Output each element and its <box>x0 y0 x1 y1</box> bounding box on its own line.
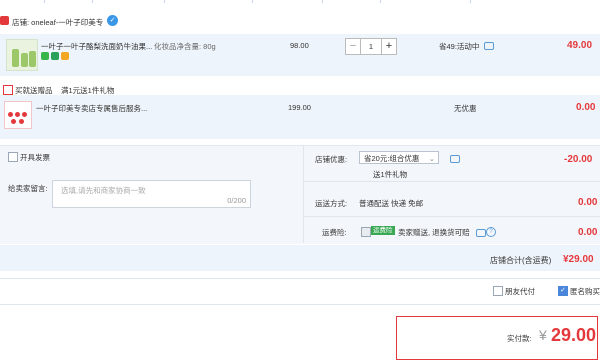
service-icon-7day <box>41 52 49 60</box>
gift-price: 199.00 <box>288 103 311 112</box>
payment-currency: ¥ <box>539 327 547 343</box>
insurance-amount: 0.00 <box>578 227 598 238</box>
message-counter: 0/200 <box>227 196 246 205</box>
shop-name-link[interactable]: 店铺: oneleaf-一叶子印美专 <box>12 17 103 28</box>
qty-decrease-button[interactable]: − <box>346 39 360 54</box>
gift-promo: 无优惠 <box>454 104 477 113</box>
invoice-label: 开具发票 <box>20 153 50 162</box>
shipping-label: 运送方式: <box>315 199 348 208</box>
anonymous-checkbox[interactable]: ✓ <box>558 286 568 296</box>
shop-icon <box>0 16 9 25</box>
quantity-stepper: − 1 + <box>345 38 397 55</box>
promo-status: 省49:活动中 <box>439 42 480 51</box>
shop-discount-select[interactable]: 省20元:组合优惠 ⌄ <box>359 151 439 164</box>
qty-increase-button[interactable]: + <box>382 39 396 54</box>
payment-summary-box: 实付款: ¥ 29.00 <box>396 316 598 360</box>
promo-info-icon[interactable] <box>484 42 494 50</box>
insurance-desc: 卖家赠送, 退换货可赔 <box>398 228 470 237</box>
gift-row <box>0 95 600 139</box>
discount-chat-icon[interactable] <box>450 155 460 163</box>
divider <box>0 278 600 279</box>
qty-input[interactable]: 1 <box>360 39 382 54</box>
product-title-link[interactable]: 一叶子一叶子酪梨洗面奶牛油果... <box>41 41 152 52</box>
shipping-amount: 0.00 <box>578 197 598 208</box>
anonymous-label: 匿名购买 <box>570 287 600 296</box>
payment-amount: 29.00 <box>551 325 597 345</box>
shop-discount-label: 店铺优惠: <box>315 155 348 164</box>
gift-subtotal: 0.00 <box>576 102 596 113</box>
shop-discount-amount: -20.00 <box>564 154 593 165</box>
insurance-checkbox[interactable] <box>361 227 371 237</box>
product-sku: 化妆品净含量: 80g <box>154 42 216 51</box>
gift-icon <box>3 85 13 95</box>
gift-note: 送1件礼物 <box>373 170 408 179</box>
shop-discount-value: 省20元:组合优惠 <box>364 154 420 163</box>
service-icon-card <box>61 52 69 60</box>
chevron-down-icon: ⌄ <box>428 154 435 163</box>
divider <box>0 304 600 305</box>
store-total-label: 店铺合计(含运费) <box>490 256 552 265</box>
insurance-tag: 运费险 <box>371 226 395 235</box>
store-total-amount: ¥29.00 <box>563 254 594 265</box>
divider <box>304 181 600 182</box>
shop-chat-icon[interactable]: ✓ <box>107 15 118 26</box>
gift-thumbnail[interactable] <box>4 101 32 129</box>
seller-message-input[interactable]: 选填,请先和商家协商一致 0/200 <box>52 180 251 208</box>
gift-title-link[interactable]: 一叶子印美专卖店专属售后服务... <box>36 103 147 114</box>
message-label: 给卖家留言: <box>8 184 48 193</box>
friend-pay-checkbox[interactable] <box>493 286 503 296</box>
divider <box>303 145 304 243</box>
shipping-value: 普通配送 快递 免邮 <box>359 199 424 208</box>
product-thumbnail[interactable] <box>6 39 38 71</box>
payment-label: 实付款: <box>507 334 532 343</box>
item-subtotal: 49.00 <box>567 40 593 51</box>
insurance-label: 运费险: <box>322 228 347 237</box>
divider <box>304 216 600 217</box>
message-placeholder: 选填,请先和商家协商一致 <box>61 186 146 195</box>
help-icon[interactable]: ? <box>486 227 496 237</box>
friend-pay-label: 朋友代付 <box>505 287 535 296</box>
product-unit-price: 98.00 <box>290 41 309 50</box>
top-border <box>0 0 600 4</box>
service-icon-guarantee <box>51 52 59 60</box>
invoice-checkbox[interactable] <box>8 152 18 162</box>
insurance-chat-icon[interactable] <box>476 229 486 237</box>
